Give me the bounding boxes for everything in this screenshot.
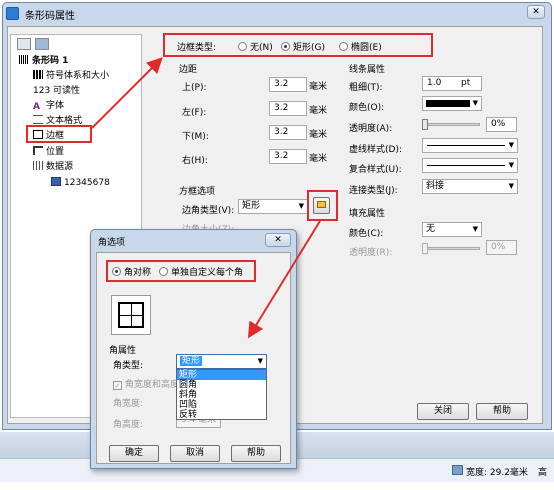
arrow-to-border-type xyxy=(91,57,163,129)
arrow-to-corner-type xyxy=(247,220,321,339)
annotation-arrows xyxy=(91,57,321,339)
